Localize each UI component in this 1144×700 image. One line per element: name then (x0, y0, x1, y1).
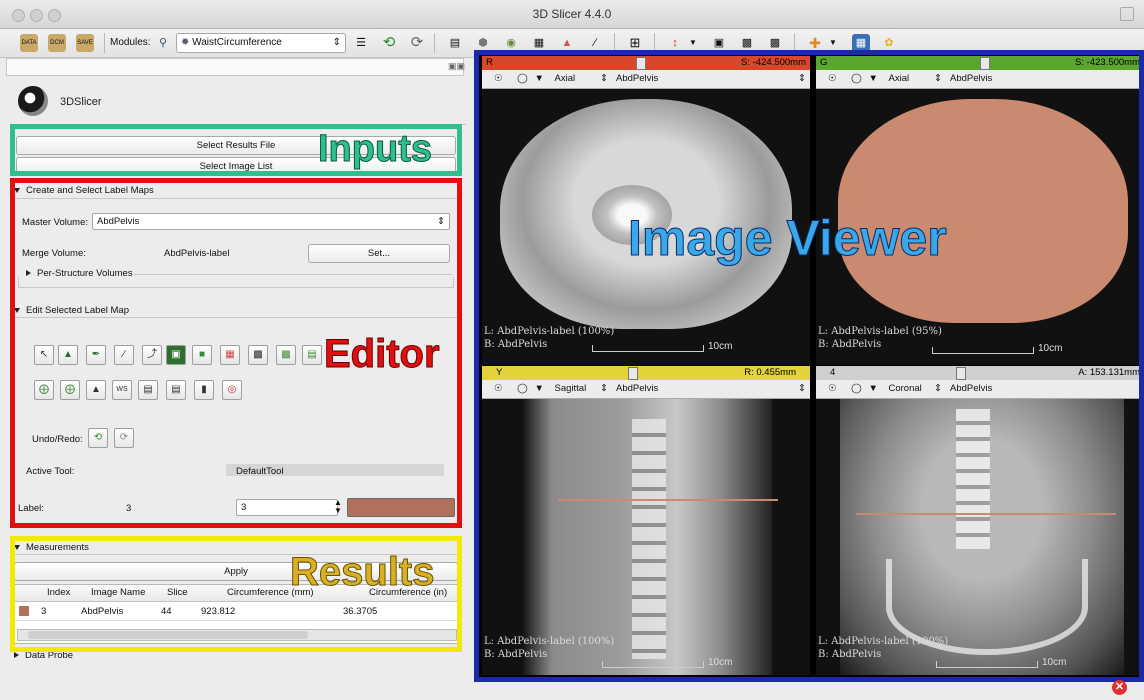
module-selector-value: WaistCircumference (192, 37, 282, 48)
load-dicom-button[interactable]: DCM (48, 34, 66, 52)
save-button[interactable]: SAVE (76, 34, 94, 52)
toolbar-separator (104, 33, 105, 53)
modules-label: Modules: (110, 37, 151, 48)
combo-arrow-icon: ⇕ (332, 37, 341, 48)
previous-module-icon[interactable]: ⟲ (380, 34, 398, 52)
inputs-annotation: Inputs (318, 128, 433, 171)
title-bar: 3D Slicer 4.4.0 (0, 0, 1144, 29)
expand-arrow-icon (14, 652, 19, 659)
module-selector[interactable]: ✹ WaistCircumference ⇕ (176, 33, 346, 53)
layout-conventional-icon[interactable]: ▤ (446, 34, 464, 52)
module-search-icon[interactable]: ⚲ (154, 34, 172, 52)
module-panel-header (6, 58, 464, 76)
results-annotation: Results (290, 550, 435, 595)
toolbar-separator (434, 33, 435, 53)
module-icon: ✹ (181, 37, 190, 48)
window-title: 3D Slicer 4.4.0 (532, 7, 612, 21)
image-viewer-annotation: Image Viewer (628, 210, 948, 267)
load-data-button[interactable]: DATA (20, 34, 38, 52)
error-log-icon[interactable]: ✕ (1112, 680, 1127, 695)
next-module-icon[interactable]: ⟳ (408, 34, 426, 52)
module-history-icon[interactable]: ☰ (352, 34, 370, 52)
slicer-logo (18, 86, 48, 116)
slicer-logo-text: 3DSlicer (60, 96, 102, 108)
image-viewer-frame (474, 50, 1144, 682)
editor-annotation: Editor (324, 332, 441, 377)
fullscreen-icon[interactable] (1120, 7, 1134, 21)
dock-float-icon[interactable]: ▣▣ (448, 61, 465, 72)
